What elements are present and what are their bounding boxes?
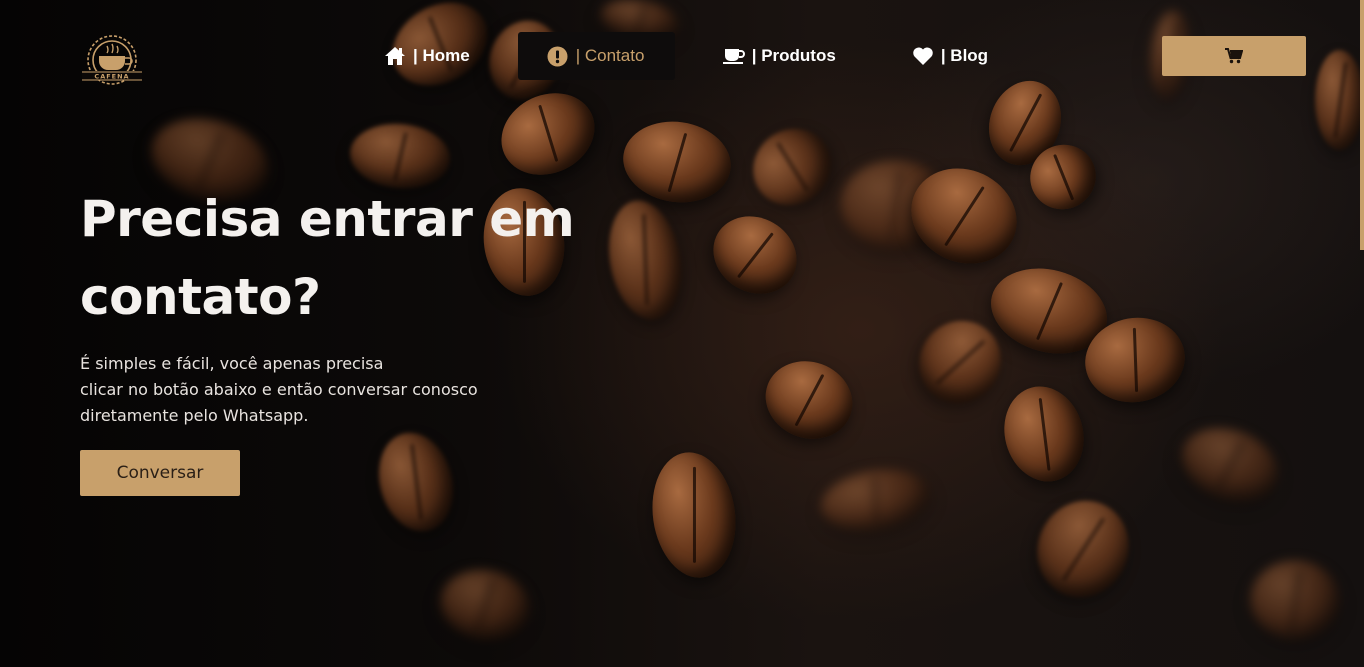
main-nav: | Home | Contato | Produtos | Blog xyxy=(366,32,1006,80)
cafena-logo[interactable]: CAFENA xyxy=(80,32,144,88)
hero-title-line: contato? xyxy=(80,268,321,326)
conversar-button[interactable]: Conversar xyxy=(80,450,240,496)
nav-item-blog-label: | Blog xyxy=(940,46,989,65)
home-icon xyxy=(384,45,406,67)
nav-item-home[interactable]: | Home xyxy=(366,32,488,80)
cart-button[interactable] xyxy=(1162,36,1306,76)
logo-emblem-icon: CAFENA xyxy=(82,35,142,85)
scrollbar-accent xyxy=(1360,0,1364,250)
logo-text: CAFENA xyxy=(94,73,129,81)
exclamation-circle-icon xyxy=(547,45,569,67)
nav-item-home-label: | Home xyxy=(413,46,470,65)
heart-icon xyxy=(912,45,934,67)
nav-item-contato[interactable]: | Contato xyxy=(517,32,675,80)
contact-page: CAFENA | Home | Contato | Produtos | Blo… xyxy=(0,0,1364,667)
nav-item-contato-label: | Contato xyxy=(575,46,645,65)
coffee-cup-icon xyxy=(722,45,745,67)
hero-title-line: Precisa entrar em xyxy=(80,190,575,248)
shopping-cart-icon xyxy=(1225,48,1243,64)
hero-title: Precisa entrar em contato? xyxy=(80,180,600,336)
nav-item-produtos[interactable]: | Produtos xyxy=(705,32,854,80)
hero-description: É simples e fácil, você apenas precisa c… xyxy=(80,351,520,429)
nav-item-produtos-label: | Produtos xyxy=(751,46,836,65)
hero-description-line: diretamente pelo Whatsapp. xyxy=(80,406,309,425)
hero-description-line: clicar no botão abaixo e então conversar… xyxy=(80,380,478,399)
hero-description-line: É simples e fácil, você apenas precisa xyxy=(80,354,384,373)
nav-item-blog[interactable]: | Blog xyxy=(894,32,1006,80)
